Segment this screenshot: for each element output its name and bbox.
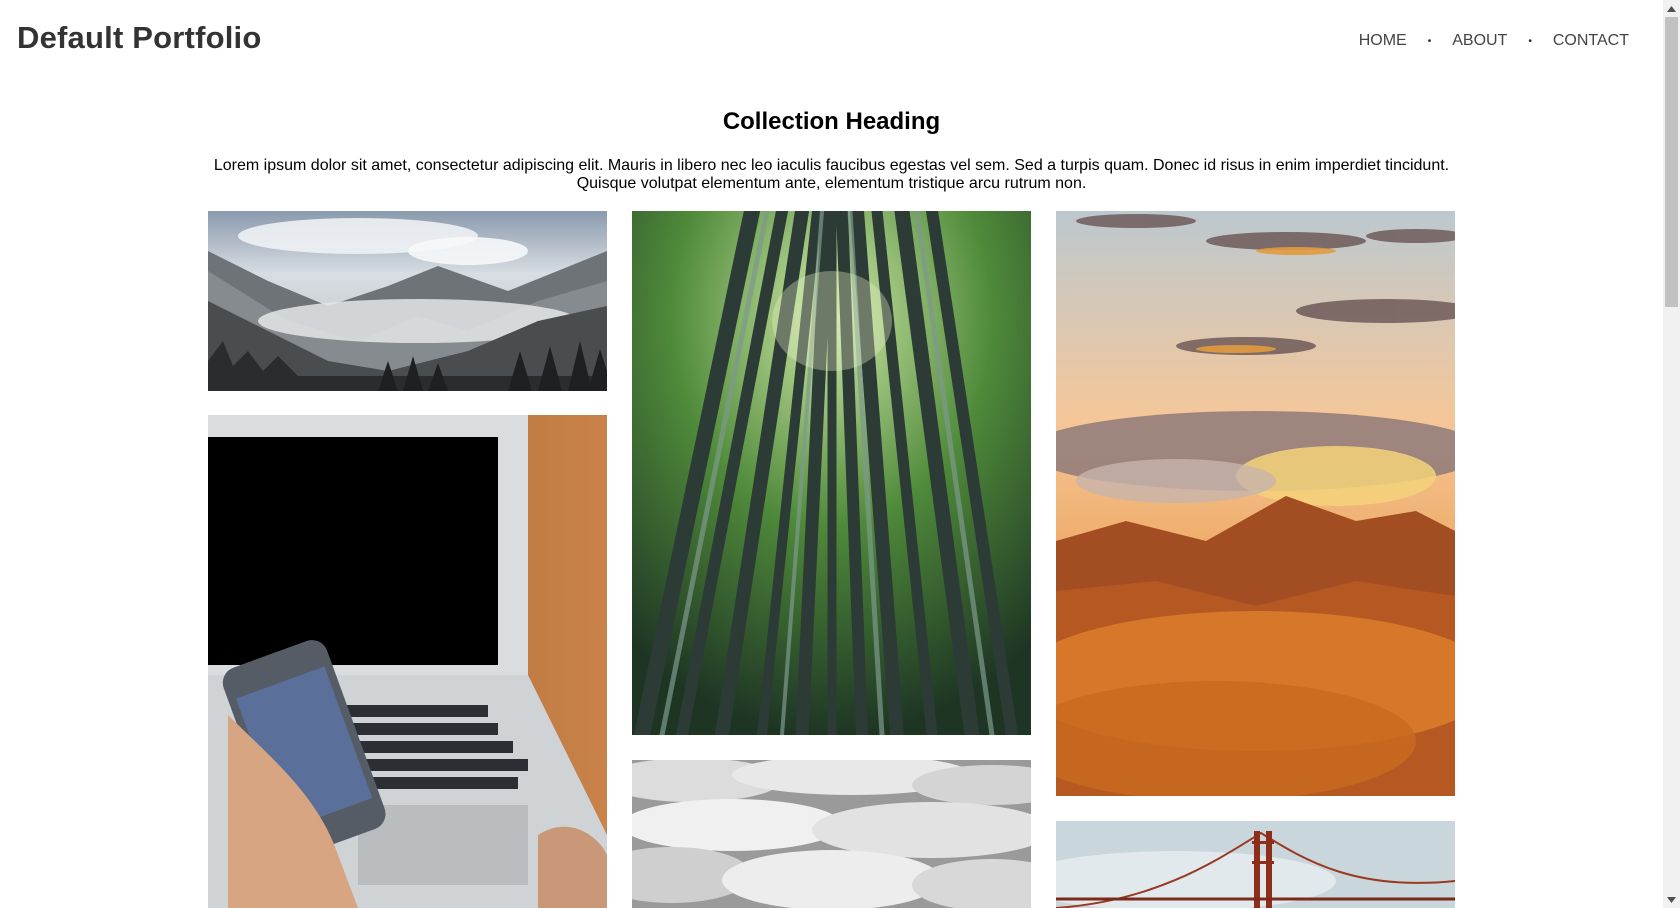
collection-heading: Collection Heading	[722, 108, 941, 135]
page-scrollbar[interactable]	[1663, 0, 1680, 908]
site-title[interactable]: Default Portfolio	[17, 20, 262, 56]
gallery-image-sea-of-clouds[interactable]	[632, 760, 1031, 908]
intro-line-2: Quisque volutpat elementum ante, element…	[576, 175, 1087, 192]
chevron-down-icon	[1667, 896, 1676, 903]
sunset-mountain-image	[1056, 211, 1455, 796]
main-nav: HOME • ABOUT • CONTACT	[1359, 32, 1629, 50]
gallery-image-sunset-mountain[interactable]	[1056, 211, 1455, 796]
nav-separator: •	[1528, 35, 1532, 47]
nav-about-link[interactable]: ABOUT	[1452, 32, 1507, 50]
gallery-image-bamboo-forest[interactable]	[632, 211, 1031, 735]
nav-separator: •	[1427, 35, 1432, 47]
scroll-thumb[interactable]	[1665, 17, 1678, 307]
gallery-image-golden-gate-bridge[interactable]	[1056, 821, 1455, 908]
misty-mountains-image	[208, 211, 607, 391]
intro-line-1: Lorem ipsum dolor sit amet, consectetur …	[213, 157, 1450, 174]
collection-intro: Lorem ipsum dolor sit amet, consectetur …	[200, 157, 1463, 193]
nav-home-link[interactable]: HOME	[1359, 32, 1407, 50]
golden-gate-bridge-image	[1056, 821, 1455, 908]
nav-contact-link[interactable]: CONTACT	[1553, 32, 1629, 50]
page: Default Portfolio HOME • ABOUT • CONTACT…	[0, 0, 1663, 908]
bamboo-forest-image	[632, 211, 1031, 735]
laptop-and-phone-image	[208, 415, 607, 908]
scroll-down-arrow[interactable]	[1663, 891, 1680, 908]
chevron-up-icon	[1667, 5, 1676, 12]
gallery-image-misty-mountains[interactable]	[208, 211, 607, 391]
scroll-up-arrow[interactable]	[1663, 0, 1680, 17]
gallery-image-laptop-and-phone[interactable]	[208, 415, 607, 908]
sea-of-clouds-image	[632, 760, 1031, 908]
